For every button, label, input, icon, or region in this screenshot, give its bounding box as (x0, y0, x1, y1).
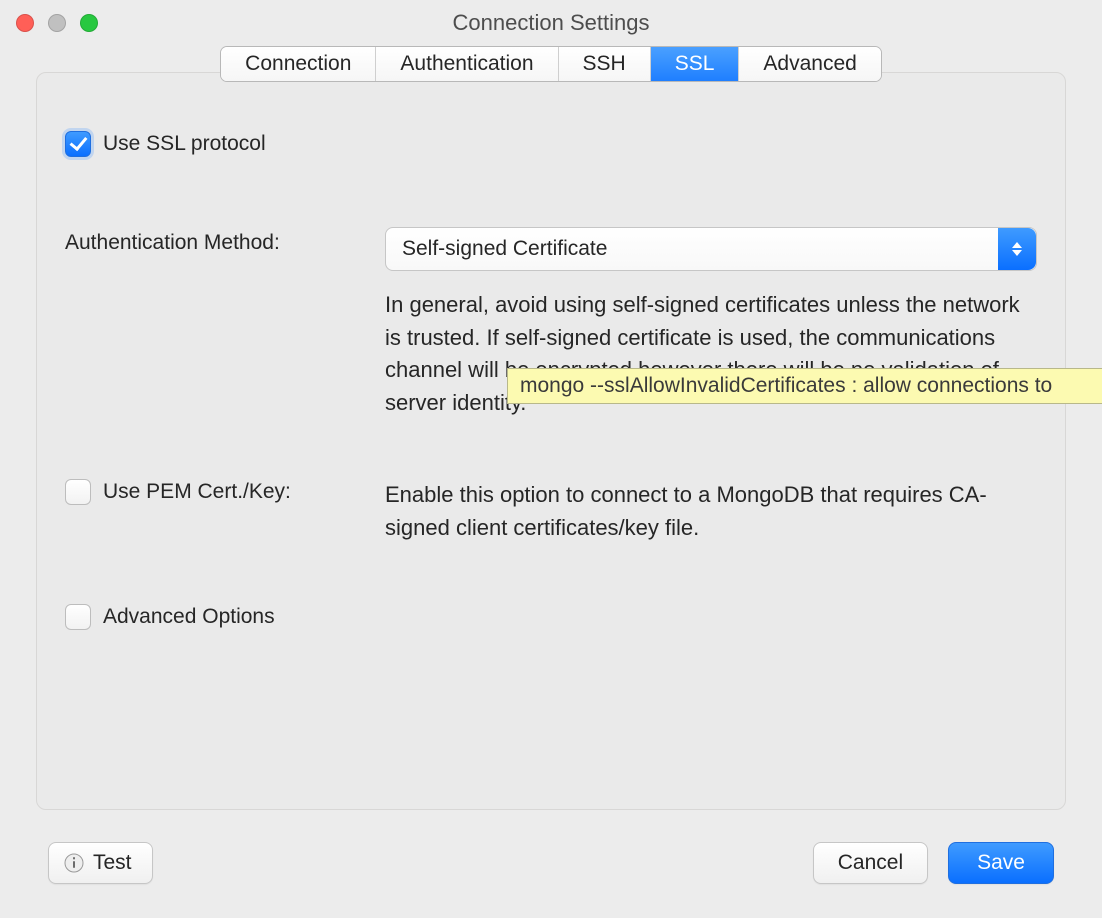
tooltip: mongo --sslAllowInvalidCertificates : al… (507, 368, 1102, 404)
advanced-options-label: Advanced Options (103, 605, 275, 629)
tab-bar: Connection Authentication SSH SSL Advanc… (0, 46, 1102, 90)
window-title: Connection Settings (12, 10, 1090, 36)
tab-ssh[interactable]: SSH (559, 47, 651, 81)
select-handle-icon (998, 228, 1036, 270)
use-pem-row: Use PEM Cert./Key: (65, 479, 291, 505)
use-pem-checkbox[interactable] (65, 479, 91, 505)
save-button-label: Save (977, 851, 1025, 875)
tab-authentication[interactable]: Authentication (376, 47, 558, 81)
use-ssl-label: Use SSL protocol (103, 132, 266, 156)
footer: Test Cancel Save (0, 824, 1102, 918)
advanced-options-checkbox[interactable] (65, 604, 91, 630)
tab-ssl[interactable]: SSL (651, 47, 740, 81)
use-pem-description: Enable this option to connect to a Mongo… (385, 479, 1037, 544)
auth-method-select[interactable]: Self-signed Certificate (385, 227, 1037, 271)
cancel-button-label: Cancel (838, 851, 903, 875)
ssl-panel: Use SSL protocol Authentication Method: … (36, 72, 1066, 810)
chevron-down-icon (1012, 250, 1022, 256)
close-window-button[interactable] (16, 14, 34, 32)
minimize-window-button[interactable] (48, 14, 66, 32)
cancel-button[interactable]: Cancel (813, 842, 928, 884)
test-button[interactable]: Test (48, 842, 153, 884)
traffic-lights (16, 14, 98, 32)
tab-connection[interactable]: Connection (221, 47, 376, 81)
use-ssl-row: Use SSL protocol (65, 131, 266, 157)
use-ssl-checkbox[interactable] (65, 131, 91, 157)
tab-advanced[interactable]: Advanced (739, 47, 880, 81)
auth-method-label: Authentication Method: (65, 227, 385, 255)
advanced-options-row: Advanced Options (65, 604, 275, 630)
chevron-up-icon (1012, 242, 1022, 248)
test-button-label: Test (93, 851, 132, 875)
auth-method-value: Self-signed Certificate (402, 237, 607, 261)
segmented-tabs: Connection Authentication SSH SSL Advanc… (220, 46, 882, 82)
info-icon (63, 852, 85, 874)
maximize-window-button[interactable] (80, 14, 98, 32)
use-pem-label: Use PEM Cert./Key: (103, 480, 291, 504)
save-button[interactable]: Save (948, 842, 1054, 884)
titlebar: Connection Settings (0, 0, 1102, 46)
